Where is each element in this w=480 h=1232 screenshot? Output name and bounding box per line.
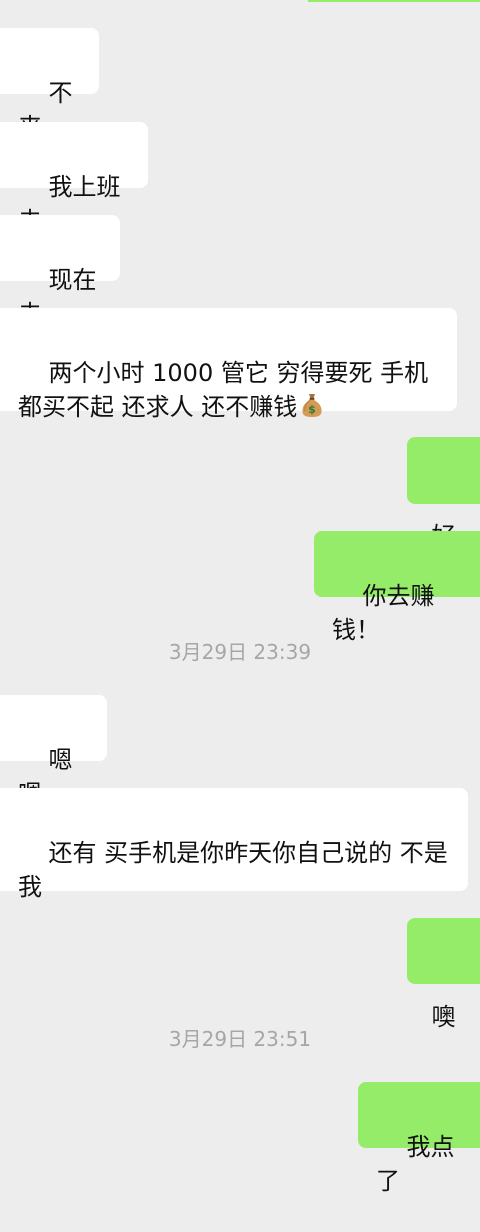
message-text: 你去赚钱！ <box>332 582 435 644</box>
timestamp: 3月29日 23:51 <box>168 1027 312 1051</box>
svg-text:$: $ <box>308 403 316 416</box>
timestamp: 3月29日 23:39 <box>168 640 312 664</box>
outgoing-message[interactable]: 我点了 <box>358 1082 480 1195</box>
incoming-message[interactable]: 还有 买手机是你昨天你自己说的 不是我 <box>0 788 468 901</box>
outgoing-message[interactable]: 噢 <box>407 918 480 1031</box>
incoming-message[interactable]: 不来 <box>0 28 99 141</box>
message-text: 我点了 <box>376 1133 455 1195</box>
outgoing-bubble-partial <box>308 0 480 2</box>
chat-area: 不来 我上班去 现在去 两个小时 1000 管它 穷得要死 手机都买不起 还求人… <box>0 0 480 1195</box>
outgoing-message[interactable]: 好 <box>407 437 480 550</box>
money-bag-icon: $ <box>301 392 323 418</box>
incoming-message[interactable]: 两个小时 1000 管它 穷得要死 手机都买不起 还求人 还不赚钱 $ <box>0 308 457 421</box>
incoming-message[interactable]: 现在去 <box>0 215 120 328</box>
message-text: 两个小时 1000 管它 穷得要死 手机都买不起 还求人 还不赚钱 <box>18 359 429 421</box>
incoming-message[interactable]: 我上班去 <box>0 122 148 235</box>
incoming-message[interactable]: 嗯嗯， <box>0 695 107 808</box>
message-text: 还有 买手机是你昨天你自己说的 不是我 <box>18 839 448 901</box>
outgoing-message[interactable]: 你去赚钱！ <box>314 531 480 644</box>
